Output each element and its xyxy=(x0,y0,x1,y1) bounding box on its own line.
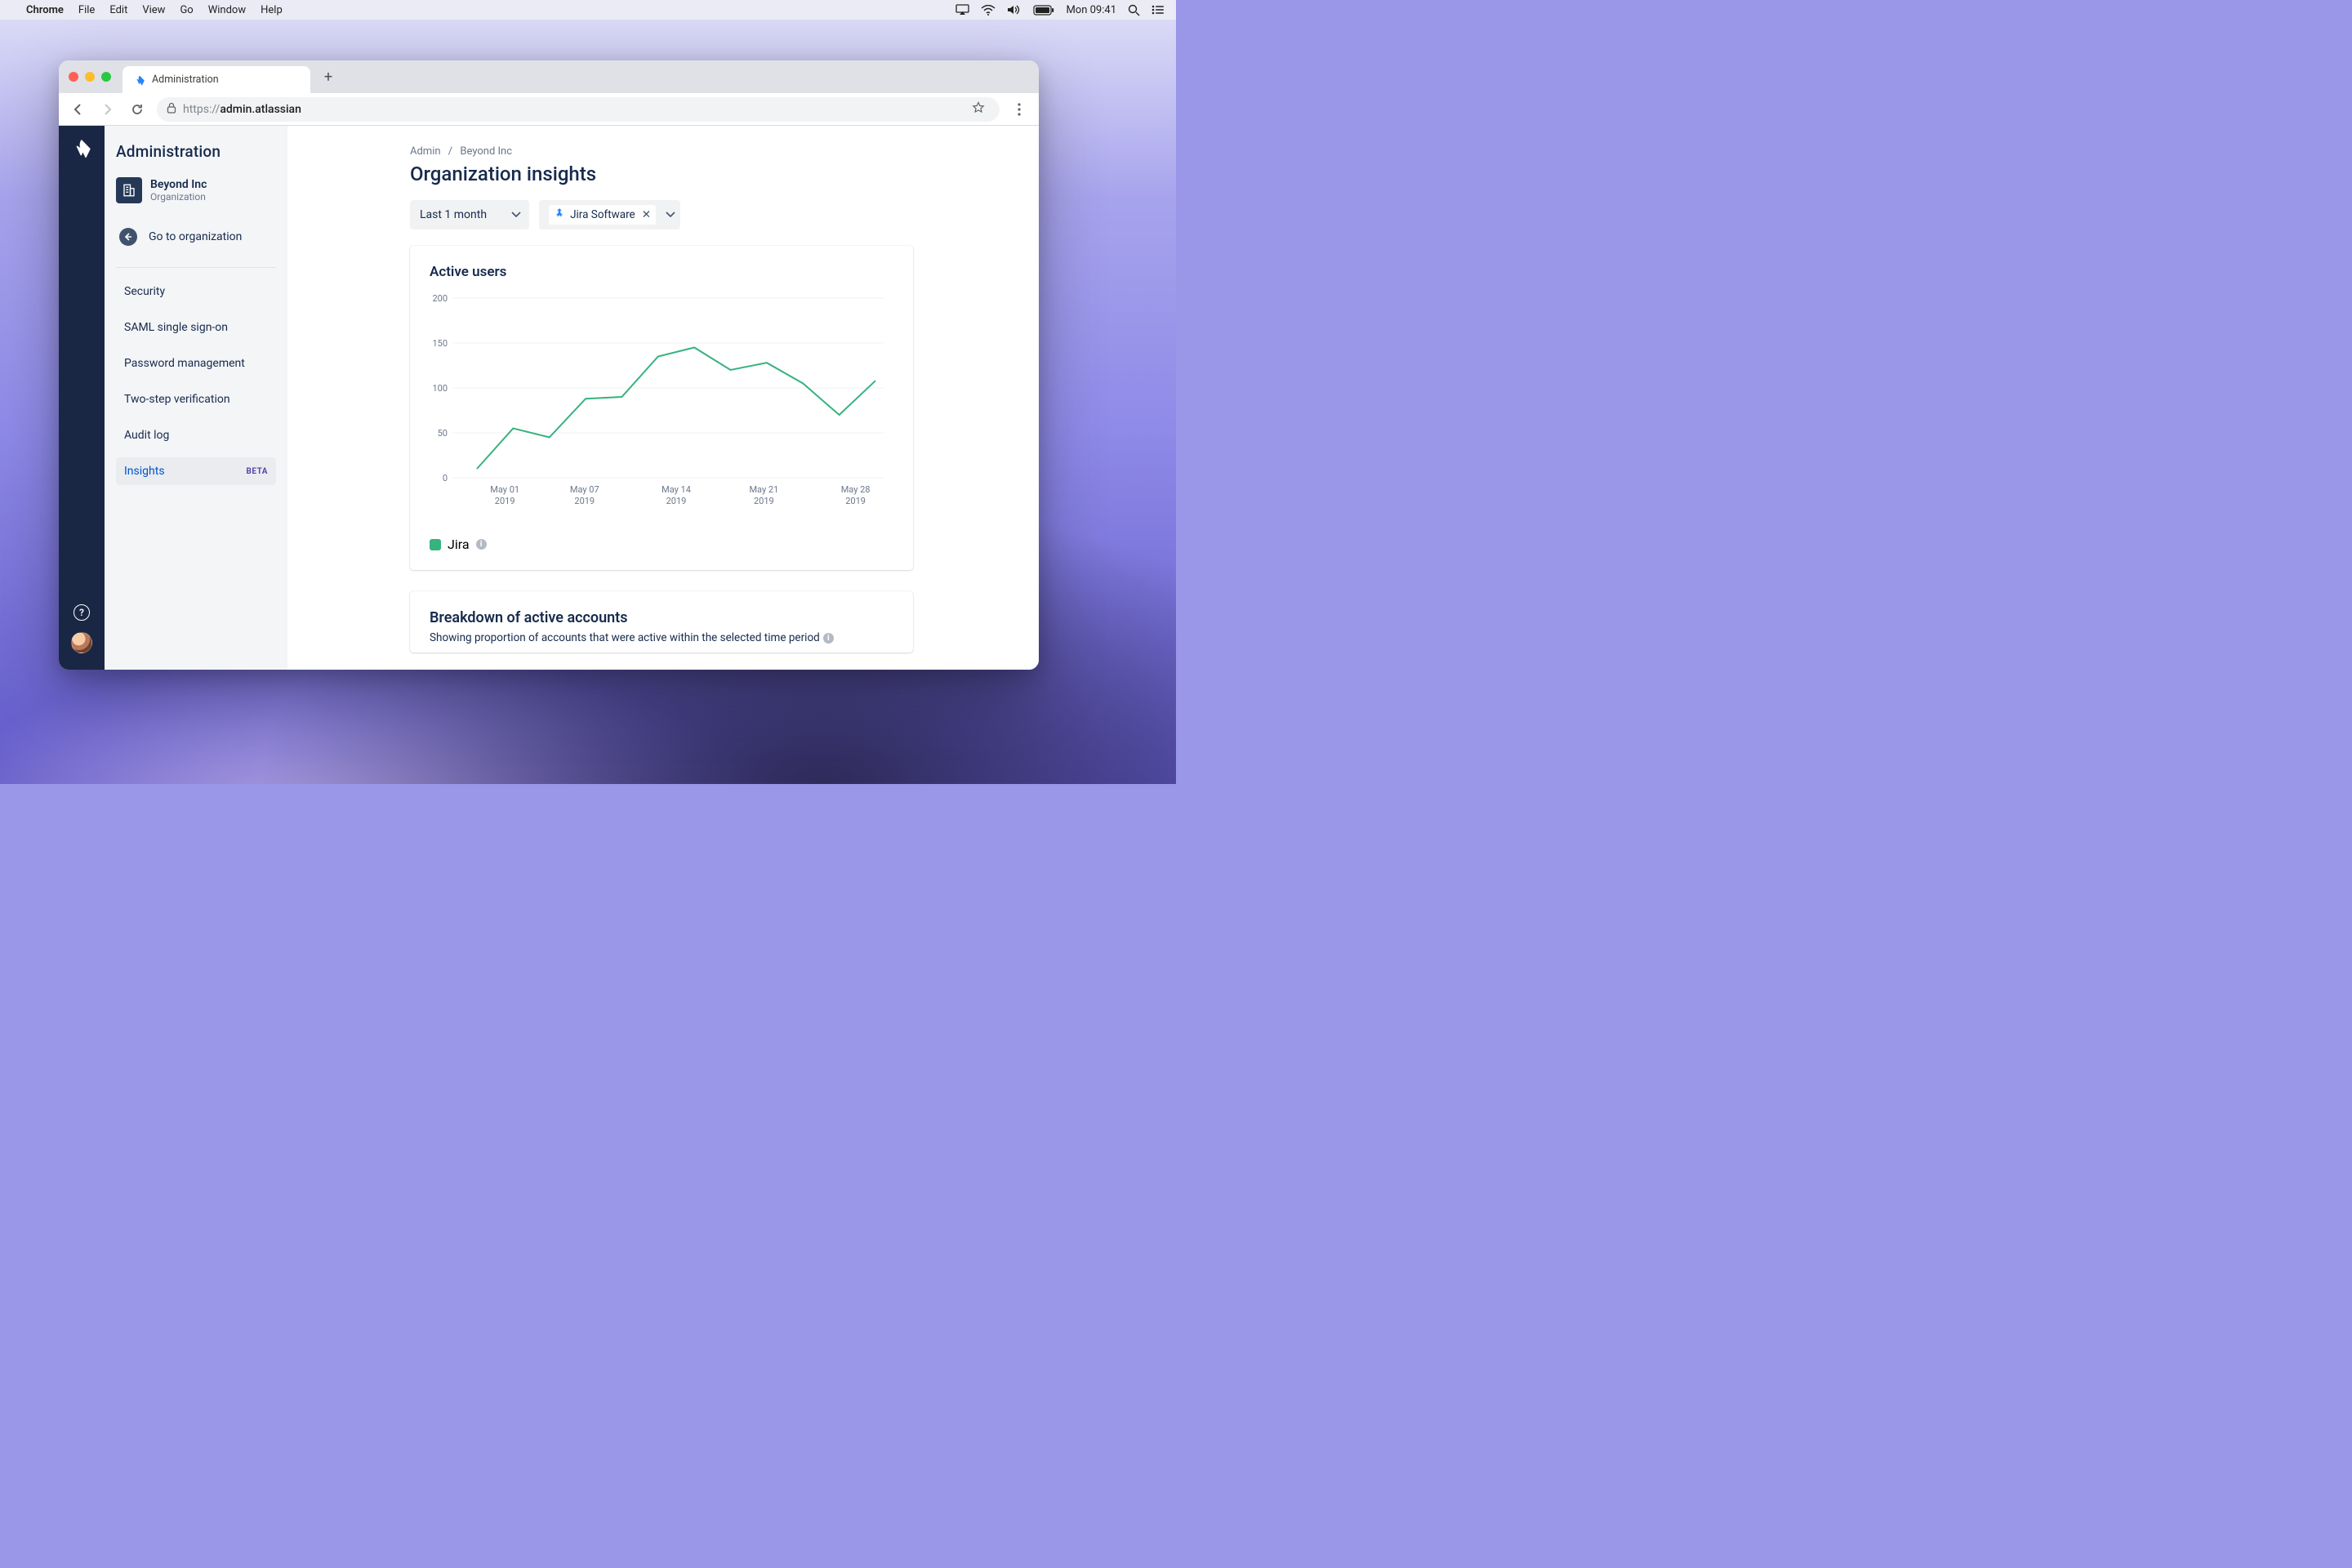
main-content: Admin / Beyond Inc Organization insights… xyxy=(287,126,1039,670)
reload-button[interactable] xyxy=(124,96,150,122)
svg-text:May 21: May 21 xyxy=(749,484,778,495)
volume-icon[interactable] xyxy=(1007,4,1022,16)
svg-text:May 01: May 01 xyxy=(490,484,519,495)
svg-text:May 28: May 28 xyxy=(841,484,871,495)
chart-legend: Jira i xyxy=(430,537,893,552)
browser-menu-button[interactable] xyxy=(1006,96,1032,122)
arrow-left-icon xyxy=(119,228,137,246)
svg-text:2019: 2019 xyxy=(574,496,595,506)
sidebar-item-security[interactable]: Security xyxy=(116,278,276,305)
sidebar-item-saml[interactable]: SAML single sign-on xyxy=(116,314,276,341)
svg-text:200: 200 xyxy=(432,293,448,304)
airplay-icon[interactable] xyxy=(956,4,969,16)
active-users-card: Active users 050100150200May 012019May 0… xyxy=(410,246,913,570)
lock-icon xyxy=(167,102,176,117)
card-title: Breakdown of active accounts xyxy=(430,609,893,626)
remove-chip-icon[interactable]: ✕ xyxy=(642,208,651,221)
forward-button[interactable] xyxy=(95,96,121,122)
svg-text:150: 150 xyxy=(432,338,448,349)
address-bar-url: https://admin.atlassian xyxy=(183,103,301,116)
product-chip: Jira Software ✕ xyxy=(549,205,656,225)
avatar[interactable] xyxy=(71,632,92,653)
spotlight-icon[interactable] xyxy=(1128,4,1140,16)
help-icon[interactable]: ? xyxy=(74,604,90,621)
org-icon xyxy=(116,177,142,203)
breadcrumb-org[interactable]: Beyond Inc xyxy=(460,145,512,158)
browser-tab[interactable]: Administration xyxy=(122,66,310,93)
info-icon[interactable]: i xyxy=(476,539,487,550)
browser-toolbar: https://admin.atlassian xyxy=(59,93,1039,126)
jira-icon xyxy=(554,207,565,222)
browser-window: Administration + https://admin.atlassian… xyxy=(59,60,1039,670)
mac-menubar: Chrome File Edit View Go Window Help Mon… xyxy=(0,0,1176,20)
svg-text:50: 50 xyxy=(438,428,448,439)
svg-text:2019: 2019 xyxy=(754,496,774,506)
org-switcher[interactable]: Beyond Inc Organization xyxy=(116,174,276,212)
menubar-clock[interactable]: Mon 09:41 xyxy=(1066,4,1116,16)
atlassian-favicon-icon xyxy=(134,74,145,86)
breadcrumb: Admin / Beyond Inc xyxy=(410,145,982,158)
chevron-down-icon xyxy=(666,208,675,221)
menubar-window[interactable]: Window xyxy=(208,4,246,16)
window-close-button[interactable] xyxy=(69,72,78,82)
sidebar-item-insights[interactable]: Insights BETA xyxy=(116,457,276,485)
menubar-edit[interactable]: Edit xyxy=(109,4,127,16)
bookmark-star-icon[interactable] xyxy=(967,101,990,118)
control-center-icon[interactable] xyxy=(1152,5,1165,15)
svg-text:2019: 2019 xyxy=(666,496,687,506)
sidebar-item-password[interactable]: Password management xyxy=(116,350,276,377)
chevron-down-icon xyxy=(511,208,521,221)
beta-badge: BETA xyxy=(247,467,269,476)
menubar-go[interactable]: Go xyxy=(180,4,193,16)
menubar-view[interactable]: View xyxy=(142,4,165,16)
sidebar-item-two-step[interactable]: Two-step verification xyxy=(116,385,276,413)
browser-tab-title: Administration xyxy=(152,74,219,86)
battery-icon[interactable] xyxy=(1033,5,1054,16)
window-controls xyxy=(69,72,111,82)
svg-text:May 14: May 14 xyxy=(662,484,691,495)
app-nav-rail: ? xyxy=(59,126,105,670)
svg-text:0: 0 xyxy=(443,473,448,483)
active-users-chart: 050100150200May 012019May 072019May 1420… xyxy=(430,287,893,525)
sidebar-separator xyxy=(116,267,276,268)
legend-label: Jira xyxy=(448,537,470,552)
card-subtitle: Showing proportion of accounts that were… xyxy=(430,631,893,644)
breakdown-card: Breakdown of active accounts Showing pro… xyxy=(410,591,913,653)
back-button[interactable] xyxy=(65,96,91,122)
breadcrumb-admin[interactable]: Admin xyxy=(410,145,441,158)
card-title: Active users xyxy=(430,264,893,280)
org-sub: Organization xyxy=(150,191,207,203)
svg-text:2019: 2019 xyxy=(845,496,866,506)
info-icon[interactable]: i xyxy=(823,633,834,644)
browser-tabstrip: Administration + xyxy=(59,60,1039,93)
menubar-help[interactable]: Help xyxy=(261,4,283,16)
window-zoom-button[interactable] xyxy=(101,72,111,82)
sidebar-item-audit-log[interactable]: Audit log xyxy=(116,421,276,449)
sidebar-title: Administration xyxy=(116,142,276,161)
window-minimize-button[interactable] xyxy=(85,72,95,82)
legend-swatch xyxy=(430,539,441,550)
svg-text:May 07: May 07 xyxy=(570,484,599,495)
go-to-org-link[interactable]: Go to organization xyxy=(116,220,276,254)
atlassian-logo-icon[interactable] xyxy=(71,137,92,158)
wifi-icon[interactable] xyxy=(981,5,996,16)
menubar-file[interactable]: File xyxy=(78,4,95,16)
org-name: Beyond Inc xyxy=(150,178,207,192)
sidebar: Administration Beyond Inc Organization G… xyxy=(105,126,287,670)
new-tab-button[interactable]: + xyxy=(317,65,340,88)
svg-text:100: 100 xyxy=(432,383,448,394)
date-range-dropdown[interactable]: Last 1 month xyxy=(410,200,529,229)
product-filter-dropdown[interactable]: Jira Software ✕ xyxy=(539,200,680,229)
menubar-app[interactable]: Chrome xyxy=(26,4,64,16)
page-title: Organization insights xyxy=(410,163,982,185)
svg-text:2019: 2019 xyxy=(495,496,515,506)
address-bar[interactable]: https://admin.atlassian xyxy=(157,97,1000,122)
